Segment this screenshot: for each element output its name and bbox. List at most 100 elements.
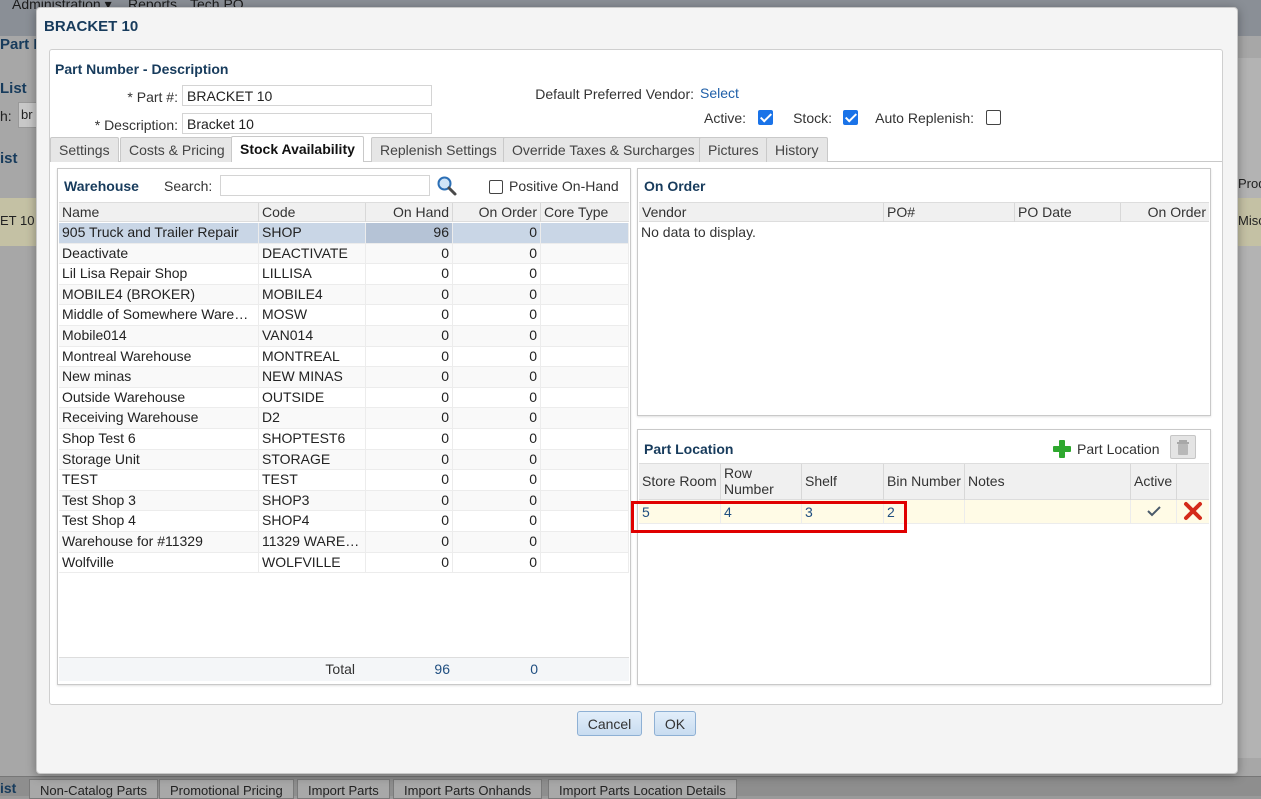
active-checkbox[interactable] bbox=[758, 110, 773, 125]
cell-code: SHOP bbox=[259, 223, 366, 243]
cell-on-hand: 0 bbox=[366, 552, 453, 573]
col-po-date[interactable]: PO Date bbox=[1015, 203, 1121, 222]
col-bin-number[interactable]: Bin Number bbox=[884, 464, 965, 500]
col-active[interactable]: Active bbox=[1131, 464, 1177, 500]
table-row[interactable]: Lil Lisa Repair Shop LILLISA 0 0 bbox=[59, 264, 629, 285]
cell-core-type bbox=[541, 490, 629, 511]
warehouse-search-label: Search: bbox=[164, 178, 213, 194]
description-input[interactable] bbox=[182, 113, 432, 134]
loc-active[interactable] bbox=[1131, 500, 1177, 523]
search-icon[interactable] bbox=[436, 175, 458, 197]
tab-import-parts[interactable]: Import Parts bbox=[297, 779, 390, 799]
table-row[interactable]: Mobile014 VAN014 0 0 bbox=[59, 326, 629, 347]
cell-code: WOLFVILLE bbox=[259, 552, 366, 573]
table-row[interactable]: MOBILE4 (BROKER) MOBILE4 0 0 bbox=[59, 284, 629, 306]
total-on-hand: 96 bbox=[434, 661, 450, 677]
add-icon[interactable] bbox=[1052, 439, 1072, 459]
col-shelf[interactable]: Shelf bbox=[802, 464, 884, 500]
table-row[interactable]: 905 Truck and Trailer Repair SHOP 96 0 bbox=[59, 223, 629, 244]
add-part-location-button[interactable]: Part Location bbox=[1077, 441, 1160, 457]
delete-button[interactable] bbox=[1170, 435, 1196, 459]
tab-replenish-settings[interactable]: Replenish Settings bbox=[371, 137, 506, 162]
cell-core-type bbox=[541, 449, 629, 470]
cell-name: Lil Lisa Repair Shop bbox=[59, 264, 259, 285]
cell-on-hand: 0 bbox=[366, 264, 453, 285]
part-number-input[interactable] bbox=[182, 85, 432, 106]
cell-code: OUTSIDE bbox=[259, 387, 366, 408]
table-row[interactable]: Middle of Somewhere Wareho... MOSW 0 0 bbox=[59, 305, 629, 326]
cell-on-hand: 0 bbox=[366, 243, 453, 264]
table-row[interactable]: Wolfville WOLFVILLE 0 0 bbox=[59, 552, 629, 574]
table-row[interactable]: TEST TEST 0 0 bbox=[59, 470, 629, 491]
stock-availability-body: Warehouse Search: Positive On-Hand Name … bbox=[50, 162, 1222, 702]
trash-icon bbox=[1177, 440, 1189, 455]
col-on-order[interactable]: On Order bbox=[453, 203, 541, 222]
col-notes[interactable]: Notes bbox=[965, 464, 1131, 500]
tab-import-parts-location[interactable]: Import Parts Location Details bbox=[548, 779, 737, 799]
tab-promotional-pricing[interactable]: Promotional Pricing bbox=[159, 779, 294, 799]
total-label: Total bbox=[325, 661, 355, 677]
table-row[interactable]: Test Shop 4 SHOP4 0 0 bbox=[59, 511, 629, 532]
cell-name: TEST bbox=[59, 470, 259, 491]
bg-right-strip bbox=[1238, 58, 1261, 758]
tab-non-catalog-parts[interactable]: Non-Catalog Parts bbox=[29, 779, 158, 799]
table-row[interactable]: Deactivate DEACTIVATE 0 0 bbox=[59, 243, 629, 265]
cell-name: MOBILE4 (BROKER) bbox=[59, 284, 259, 305]
table-row[interactable]: Outside Warehouse OUTSIDE 0 0 bbox=[59, 387, 629, 409]
cell-name: 905 Truck and Trailer Repair bbox=[59, 223, 259, 243]
table-row[interactable]: Warehouse for #11329 11329 WAREHO 0 0 bbox=[59, 532, 629, 553]
loc-notes[interactable] bbox=[965, 500, 1131, 523]
ok-button[interactable]: OK bbox=[654, 711, 696, 736]
col-store-room[interactable]: Store Room bbox=[639, 464, 721, 500]
cell-on-hand: 0 bbox=[366, 326, 453, 346]
cancel-button[interactable]: Cancel bbox=[577, 711, 642, 736]
col-core-type[interactable]: Core Type bbox=[541, 203, 629, 222]
cell-on-order: 0 bbox=[453, 243, 541, 264]
bg-page-title: Part I bbox=[0, 36, 38, 53]
description-label: * Description: bbox=[94, 117, 178, 133]
table-row[interactable]: Storage Unit STORAGE 0 0 bbox=[59, 449, 629, 471]
col-po-number[interactable]: PO# bbox=[884, 203, 1015, 222]
col-on-hand[interactable]: On Hand bbox=[366, 203, 453, 222]
tab-stock-availability[interactable]: Stock Availability bbox=[231, 136, 364, 162]
table-row[interactable]: Receiving Warehouse D2 0 0 bbox=[59, 408, 629, 429]
positive-onhand-checkbox[interactable] bbox=[489, 180, 503, 194]
table-row[interactable]: Test Shop 3 SHOP3 0 0 bbox=[59, 490, 629, 512]
cell-on-hand: 0 bbox=[366, 429, 453, 449]
tab-import-parts-onhands[interactable]: Import Parts Onhands bbox=[393, 779, 543, 799]
select-vendor-link[interactable]: Select bbox=[700, 85, 739, 101]
col-name[interactable]: Name bbox=[59, 203, 259, 222]
cell-code: DEACTIVATE bbox=[259, 243, 366, 264]
tab-override-taxes[interactable]: Override Taxes & Surcharges bbox=[503, 137, 704, 162]
tab-costs-pricing[interactable]: Costs & Pricing bbox=[120, 137, 234, 162]
tab-settings[interactable]: Settings bbox=[50, 137, 119, 162]
table-row[interactable]: Montreal Warehouse MONTREAL 0 0 bbox=[59, 346, 629, 368]
warehouse-search-input[interactable] bbox=[220, 175, 430, 196]
cell-on-hand: 0 bbox=[366, 284, 453, 305]
stock-checkbox[interactable] bbox=[843, 110, 858, 125]
tab-pictures[interactable]: Pictures bbox=[699, 137, 768, 162]
bg-table-row[interactable]: ET 10 bbox=[0, 198, 40, 246]
col-code[interactable]: Code bbox=[259, 203, 366, 222]
col-po-on-order[interactable]: On Order bbox=[1121, 203, 1209, 222]
part-dialog: BRACKET 10 Part Number - Description * P… bbox=[36, 7, 1238, 774]
cell-on-order: 0 bbox=[453, 532, 541, 552]
auto-replenish-checkbox[interactable] bbox=[986, 110, 1001, 125]
cell-on-order: 0 bbox=[453, 346, 541, 367]
cell-core-type bbox=[541, 264, 629, 285]
cell-name: Mobile014 bbox=[59, 326, 259, 346]
cell-code: LILLISA bbox=[259, 264, 366, 285]
cell-on-order: 0 bbox=[453, 387, 541, 408]
cell-name: Storage Unit bbox=[59, 449, 259, 470]
warehouse-title: Warehouse bbox=[64, 178, 139, 194]
tab-history[interactable]: History bbox=[766, 137, 828, 162]
table-row[interactable]: New minas NEW MINAS 0 0 bbox=[59, 367, 629, 388]
cell-core-type bbox=[541, 470, 629, 491]
bg-right-misc: Misc bbox=[1238, 198, 1261, 246]
col-vendor[interactable]: Vendor bbox=[639, 203, 884, 222]
warehouse-grid-header: Name Code On Hand On Order Core Type bbox=[59, 202, 629, 222]
cell-on-hand: 0 bbox=[366, 532, 453, 552]
col-row-number[interactable]: Row Number bbox=[721, 464, 802, 500]
table-row[interactable]: Shop Test 6 SHOPTEST6 0 0 bbox=[59, 429, 629, 450]
delete-row-icon[interactable] bbox=[1183, 501, 1203, 521]
